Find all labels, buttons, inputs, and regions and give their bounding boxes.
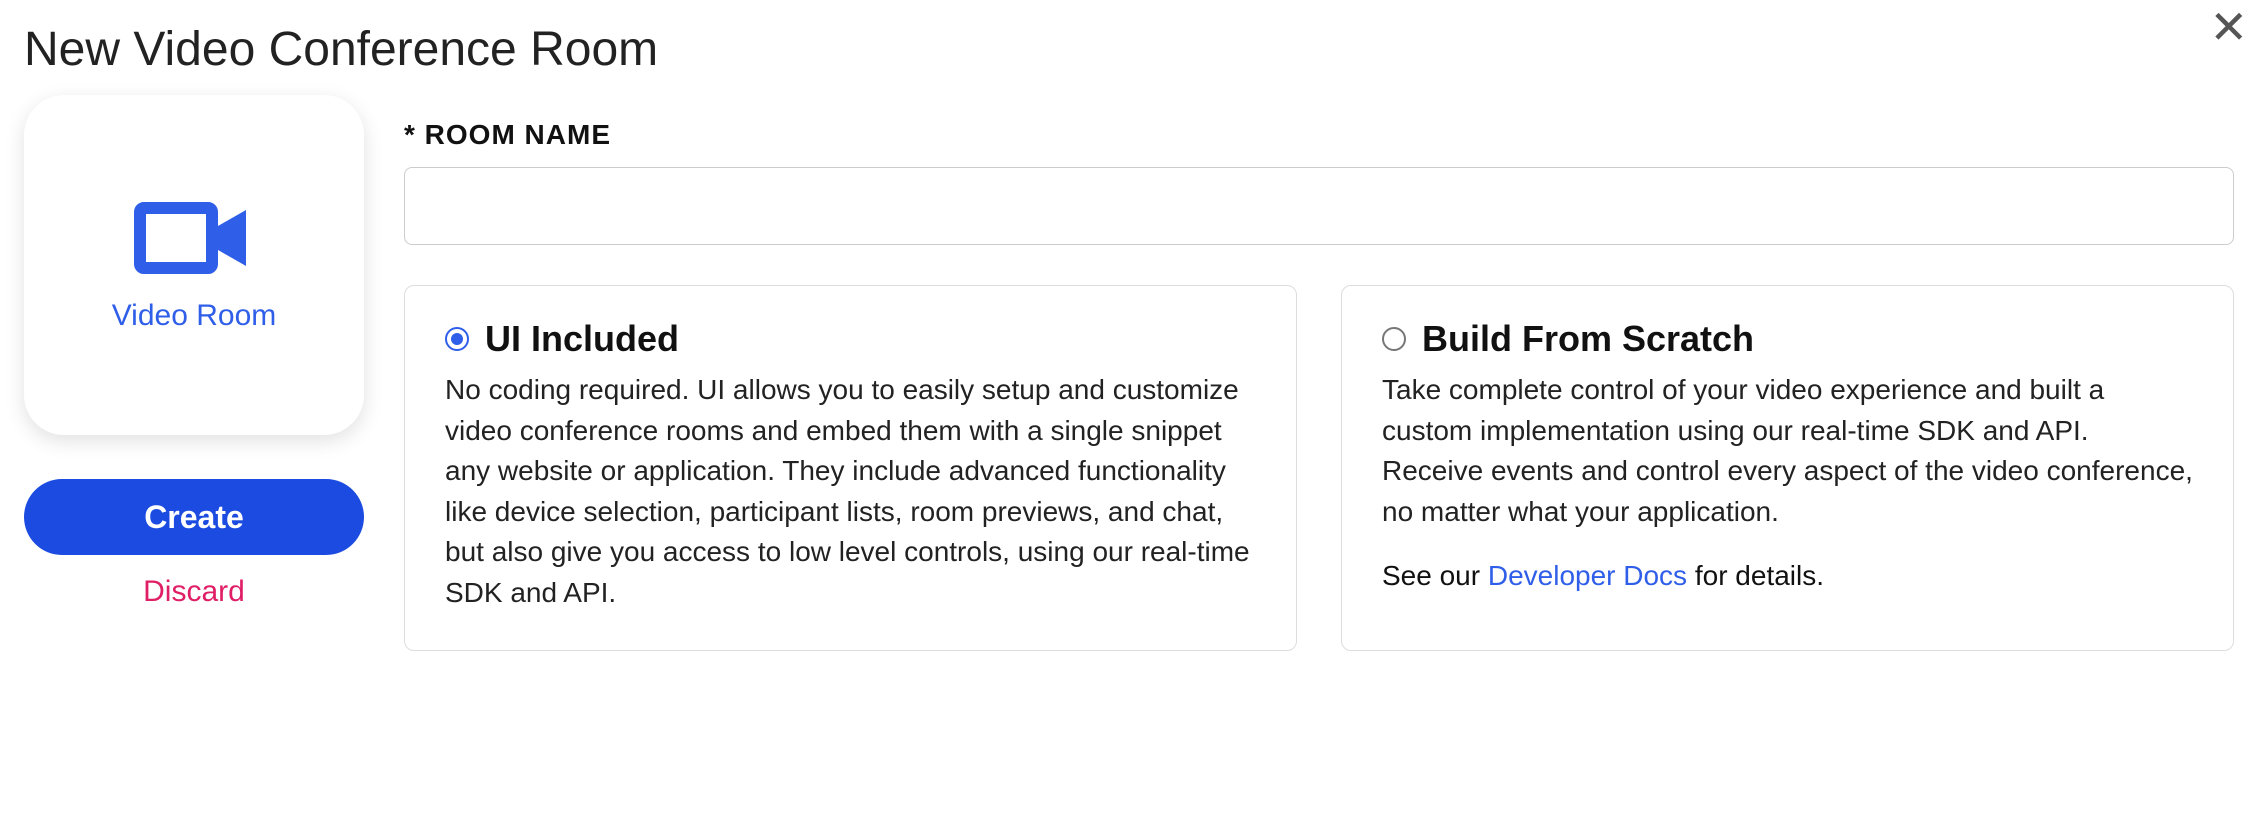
option-header: Build From Scratch [1382,318,2193,360]
option-build-from-scratch[interactable]: Build From Scratch Take complete control… [1341,285,2234,651]
room-type-card: Video Room [24,95,364,435]
create-button[interactable]: Create [24,479,364,555]
option-header: UI Included [445,318,1256,360]
radio-selected-icon[interactable] [445,327,469,351]
room-build-options: UI Included No coding required. UI allow… [404,285,2234,651]
option-title: Build From Scratch [1422,318,1754,360]
room-type-label: Video Room [112,299,277,333]
radio-unselected-icon[interactable] [1382,327,1406,351]
video-camera-icon [134,198,254,283]
sidebar: Video Room Create Discard [24,95,364,609]
room-name-input[interactable] [404,167,2234,245]
new-video-room-dialog: ✕ New Video Conference Room Video Room C… [0,0,2258,675]
extra-suffix: for details. [1687,560,1824,591]
main-form: * ROOM NAME UI Included No coding requir… [404,95,2234,651]
option-description: Take complete control of your video expe… [1382,370,2193,532]
room-name-label: * ROOM NAME [404,119,2234,151]
discard-button[interactable]: Discard [24,575,364,609]
developer-docs-link[interactable]: Developer Docs [1488,560,1687,591]
option-extra: See our Developer Docs for details. [1382,560,2193,592]
dialog-title: New Video Conference Room [24,22,2234,77]
option-ui-included[interactable]: UI Included No coding required. UI allow… [404,285,1297,651]
option-description: No coding required. UI allows you to eas… [445,370,1256,614]
extra-prefix: See our [1382,560,1488,591]
option-title: UI Included [485,318,679,360]
dialog-body: Video Room Create Discard * ROOM NAME UI… [24,95,2234,651]
close-icon[interactable]: ✕ [2209,4,2248,50]
